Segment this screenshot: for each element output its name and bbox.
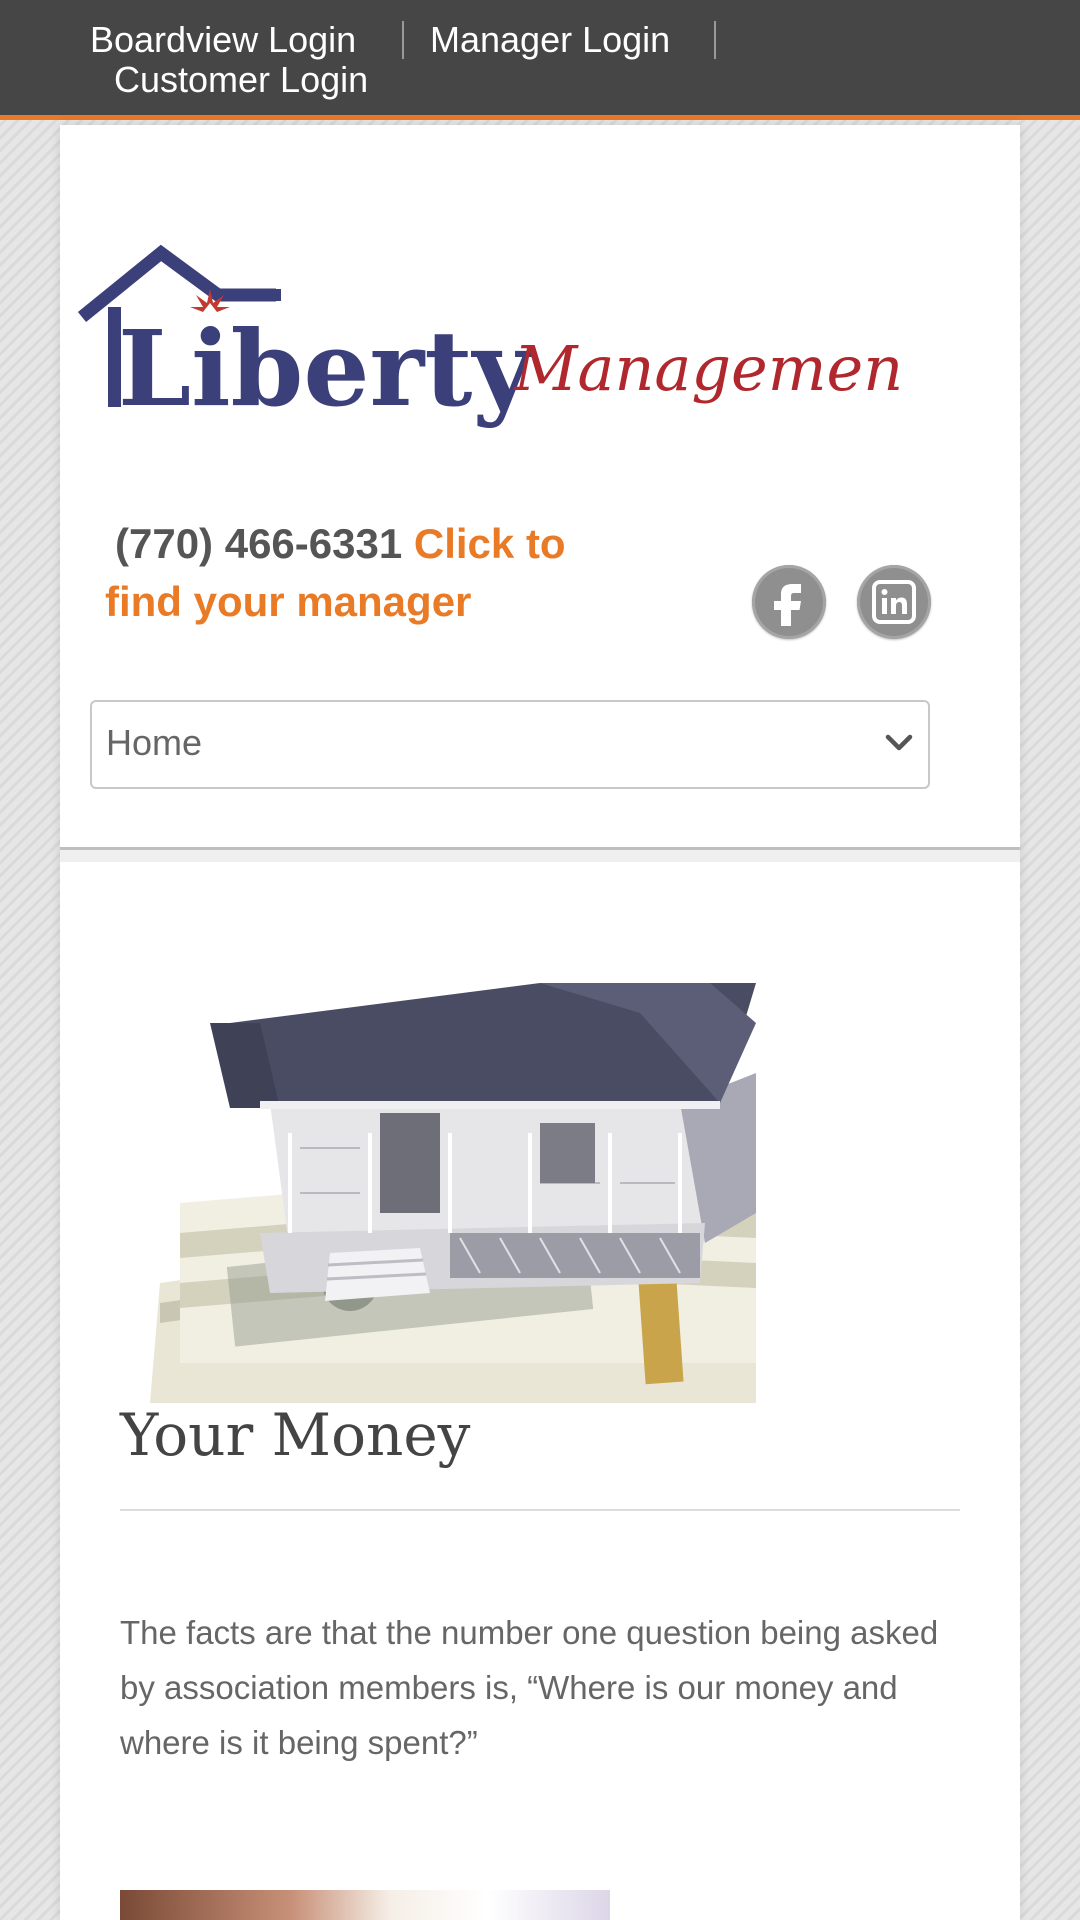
navigation-select-value: Home: [106, 722, 203, 763]
link-separator: [714, 21, 716, 59]
phone-number[interactable]: (770) 466-6331: [115, 520, 402, 567]
customer-login-link[interactable]: Customer Login: [114, 60, 368, 100]
page-container: Liberty Management (770) 466-6331 Click …: [60, 125, 1020, 1920]
linkedin-icon[interactable]: [857, 565, 931, 639]
content-paragraph: The facts are that the number one questi…: [120, 1614, 939, 1761]
link-separator: [402, 21, 404, 59]
contact-block: (770) 466-6331 Click to find your manage…: [105, 515, 625, 631]
house-on-money-image: [120, 983, 756, 1403]
content-divider: [120, 1509, 960, 1511]
header-divider-shadow: [60, 850, 1020, 862]
svg-text:Management: Management: [513, 332, 904, 405]
navigation-select[interactable]: Home: [90, 700, 930, 789]
top-bar: Boardview Login Manager Login Customer L…: [0, 0, 1080, 120]
manager-login-link[interactable]: Manager Login: [430, 20, 670, 60]
liberty-management-logo[interactable]: Liberty Management: [74, 215, 904, 435]
content-title: Your Money: [120, 1401, 471, 1469]
svg-text:Liberty: Liberty: [118, 307, 535, 430]
chevron-down-icon: [884, 728, 914, 763]
boardview-login-link[interactable]: Boardview Login: [90, 20, 356, 60]
facebook-icon[interactable]: [752, 565, 826, 639]
next-section-image: [120, 1890, 610, 1920]
